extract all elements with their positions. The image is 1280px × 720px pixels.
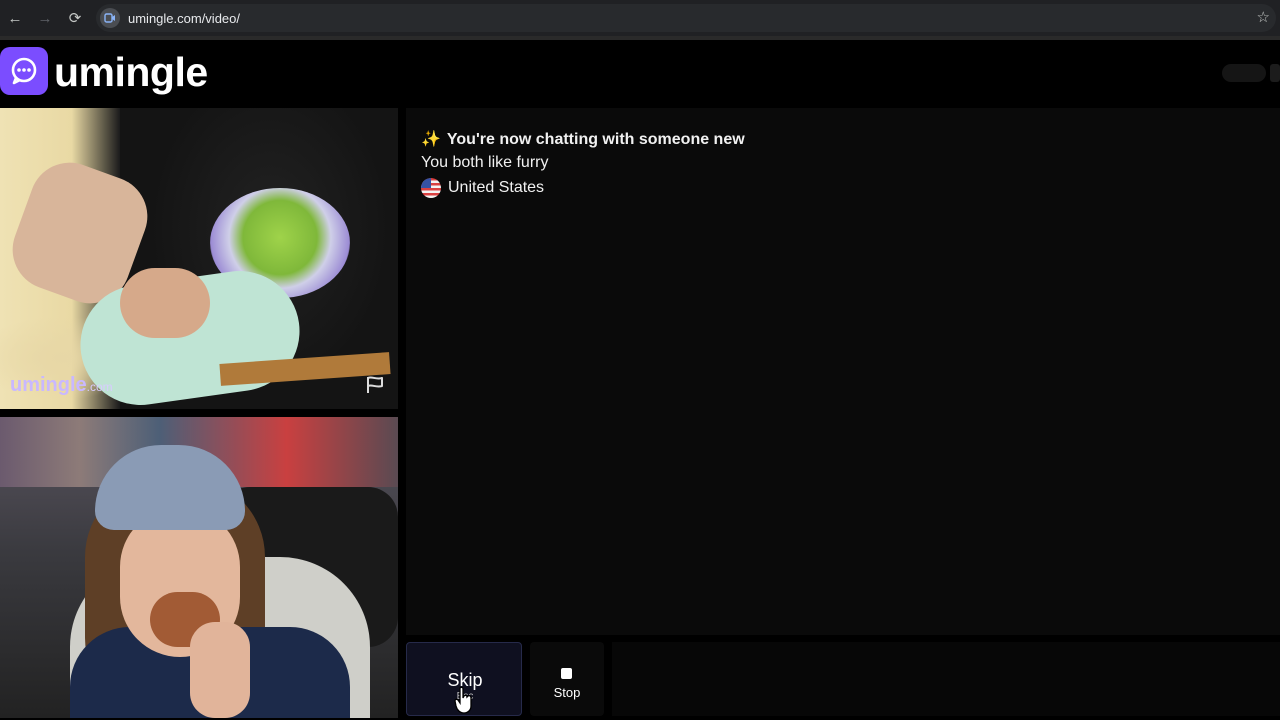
country-text: United States: [448, 179, 545, 196]
remote-video: umingle.com: [0, 108, 398, 409]
reload-icon: ⟳: [68, 10, 82, 27]
address-bar[interactable]: umingle.com/video/ ☆: [96, 4, 1276, 32]
header-toggle[interactable]: [1222, 64, 1266, 82]
hand-cursor-icon: [454, 686, 474, 714]
stop-button[interactable]: Stop: [530, 642, 604, 716]
back-button[interactable]: ←: [0, 0, 30, 36]
stop-label: Stop: [553, 685, 581, 700]
url-text: umingle.com/video/: [128, 10, 240, 26]
local-video: [0, 417, 398, 718]
sparkle-icon: ✨: [421, 131, 441, 148]
chat-bubble-icon[interactable]: [0, 47, 48, 95]
logo-text[interactable]: umingle: [54, 49, 208, 96]
forward-button[interactable]: →: [30, 0, 60, 36]
message-input-area[interactable]: [612, 642, 1280, 716]
stop-icon: [561, 668, 572, 679]
connected-text: You're now chatting with someone new: [446, 131, 745, 148]
report-button[interactable]: [362, 374, 388, 400]
controls-row: Skip Esc Stop: [406, 638, 1280, 720]
header-menu-edge[interactable]: [1270, 64, 1280, 82]
flag-icon: [365, 375, 385, 400]
reload-button[interactable]: ⟳: [60, 0, 90, 36]
watermark-suffix: .com: [86, 380, 113, 394]
watermark-text: umingle: [10, 374, 87, 396]
local-hand: [190, 622, 250, 718]
arrow-left-icon: ←: [7, 9, 23, 27]
system-message-country: United States: [421, 178, 544, 198]
star-icon[interactable]: ☆: [1257, 8, 1270, 26]
system-message-interests: You both like furry: [421, 154, 549, 171]
us-flag-icon: [421, 178, 441, 198]
remote-hand: [120, 268, 210, 338]
app-header: umingle: [0, 40, 1280, 106]
arrow-right-icon: →: [37, 9, 53, 27]
browser-toolbar: ← → ⟳ umingle.com/video/ ☆: [0, 0, 1280, 36]
system-message-connected: ✨ You're now chatting with someone new: [421, 129, 745, 149]
site-info-icon[interactable]: [100, 8, 120, 28]
chat-panel: ✨ You're now chatting with someone new Yo…: [406, 108, 1280, 635]
video-watermark: umingle.com: [10, 374, 113, 397]
